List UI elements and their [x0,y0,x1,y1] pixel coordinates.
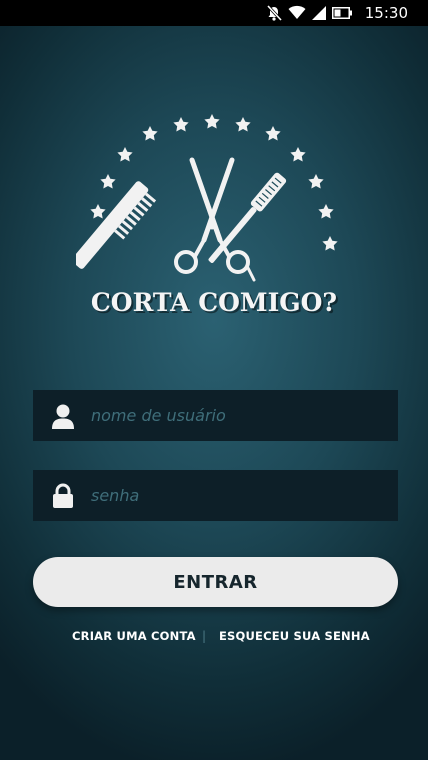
create-account-link[interactable]: CRIAR UMA CONTA [72,629,196,643]
battery-icon [332,7,352,19]
notifications-off-icon [265,4,283,22]
status-icons [265,4,352,22]
password-field[interactable] [33,470,398,521]
wifi-icon [288,5,306,21]
signal-icon [311,5,327,21]
status-bar: 15:30 [0,0,428,26]
entrar-button[interactable]: ENTRAR [33,557,398,607]
username-field[interactable] [33,390,398,441]
user-icon [51,403,75,429]
comb-icon [76,181,157,269]
app-logo: CORTA COMIGO? CORTA COMIGO? [76,108,352,328]
forgot-password-link[interactable]: ESQUECEU SUA SENHA [219,629,370,643]
username-input[interactable] [91,390,386,441]
password-input[interactable] [91,470,386,521]
links-separator: | [202,629,207,643]
status-time: 15:30 [364,4,408,22]
lock-icon [51,483,75,509]
auth-links: CRIAR UMA CONTA | ESQUECEU SUA SENHA [0,629,428,647]
brush-icon [208,172,287,263]
app-title: CORTA COMIGO? [91,288,337,317]
